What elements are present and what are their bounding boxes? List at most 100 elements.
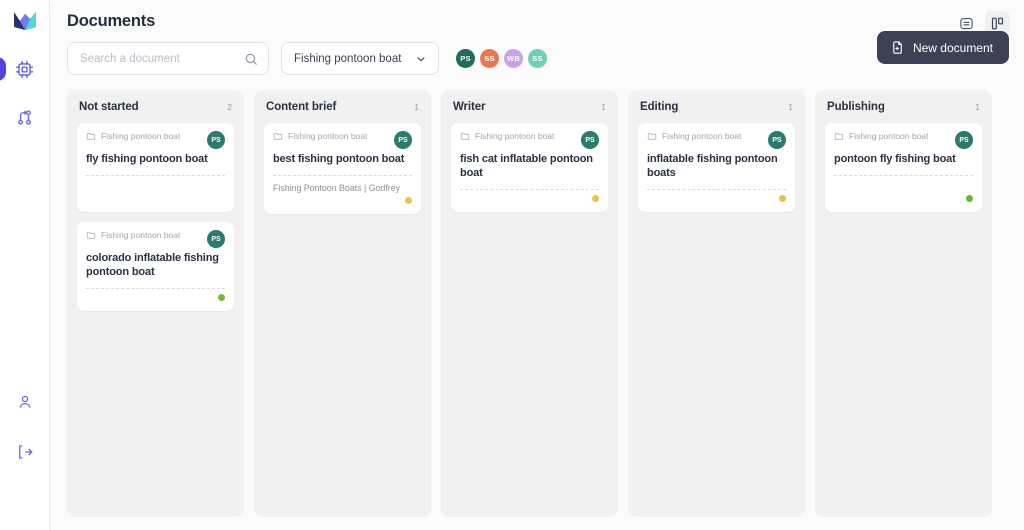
card-divider [834,174,973,176]
card-header: Fishing pontoon boat PS [86,131,225,149]
column-header: Editing 1 [638,99,795,113]
column-title: Editing [640,101,679,113]
column-title: Writer [453,101,486,113]
column-title: Not started [79,101,139,113]
column-header: Not started 2 [77,99,234,113]
nav-item-ai[interactable] [0,51,45,87]
card-folder: Fishing pontoon boat [273,131,367,141]
board-column: Writer 1 Fishing pontoon boat PS fish cat in… [441,90,618,517]
nav-item-account[interactable] [5,384,45,420]
card-header: Fishing pontoon boat PS [86,230,225,248]
search-icon[interactable] [244,52,258,66]
card-avatar[interactable]: PS [581,131,599,149]
card-avatar[interactable]: PS [394,131,412,149]
page-header: Documents [50,0,1024,36]
card-avatar[interactable]: PS [207,131,225,149]
kanban-board: Not started 2 Fishing pontoon boat PS fly fi… [50,75,1024,517]
folder-icon [273,132,283,140]
card-folder-label: Fishing pontoon boat [101,230,181,240]
card-folder-label: Fishing pontoon boat [475,131,555,141]
card-list: Fishing pontoon boat PS best fishing ponto… [264,123,421,215]
app-root: Documents Search a document Fishing pont… [0,0,1024,530]
column-count: 2 [227,102,232,112]
nav-item-workflow[interactable] [5,99,45,135]
avatar[interactable]: SS [480,49,499,68]
avatar[interactable]: WB [504,49,523,68]
app-logo-icon [13,12,36,30]
folder-icon [86,132,96,140]
logout-icon [18,445,33,459]
card-avatar[interactable]: PS [955,131,973,149]
git-branch-icon [18,109,31,125]
chevron-down-icon [417,56,425,61]
new-document-button[interactable]: New document [876,31,1009,64]
card-folder-label: Fishing pontoon boat [101,131,181,141]
board-view-icon [991,17,1004,30]
card-title: fly fishing pontoon boat [86,153,208,165]
document-card[interactable]: Fishing pontoon boat PS colorado inflatabl… [77,222,234,311]
column-header: Content brief 1 [264,99,421,113]
user-icon [18,395,31,408]
board-column: Publishing 1 Fishing pontoon boat PS pontoon… [815,90,992,517]
page-title: Documents [67,12,156,30]
board-column: Not started 2 Fishing pontoon boat PS fly fi… [67,90,244,517]
card-list: Fishing pontoon boat PS pontoon fly fishin… [825,123,982,212]
card-title: best fishing pontoon boat [273,153,405,165]
status-dot [966,194,973,202]
card-list: Fishing pontoon boat PS fish cat inflatabl… [451,123,608,212]
card-header: Fishing pontoon boat PS [460,131,599,149]
card-divider [460,188,599,190]
card-footer [86,192,225,204]
card-footer [647,192,786,204]
card-title: pontoon fly fishing boat [834,153,956,165]
document-card[interactable]: Fishing pontoon boat PS best fishing ponto… [264,123,421,215]
status-dot [779,194,786,202]
avatar[interactable]: PS [456,49,475,68]
board-column: Editing 1 Fishing pontoon boat PS inflatable… [628,90,805,517]
sidebar [0,0,50,530]
column-count: 1 [414,102,419,112]
card-folder-label: Fishing pontoon boat [662,131,742,141]
search-input[interactable] [80,52,244,65]
board-column: Content brief 1 Fishing pontoon boat PS best… [254,90,431,517]
card-avatar[interactable]: PS [768,131,786,149]
cpu-chip-icon [15,60,34,78]
column-count: 1 [788,102,793,112]
app-logo[interactable] [12,10,38,37]
card-divider [86,287,225,289]
card-folder: Fishing pontoon boat [834,131,928,141]
card-header: Fishing pontoon boat PS [273,131,412,149]
folder-icon [647,132,657,140]
card-divider [647,188,786,190]
document-card[interactable]: Fishing pontoon boat PS inflatable fishing… [638,123,795,212]
list-view-icon [960,17,973,30]
column-count: 1 [975,102,980,112]
folder-icon [460,132,470,140]
card-list: Fishing pontoon boat PS fly fishing pontoo… [77,123,234,311]
column-title: Content brief [266,101,337,113]
sidebar-nav-top [0,51,49,135]
card-folder: Fishing pontoon boat [86,230,180,240]
status-dot [218,293,225,301]
search-box[interactable] [67,42,269,75]
document-card[interactable]: Fishing pontoon boat PS fly fishing pontoo… [77,123,234,212]
card-list: Fishing pontoon boat PS inflatable fishing… [638,123,795,212]
card-footer [460,192,599,204]
status-dot [405,196,412,204]
new-document-label: New document [912,40,993,55]
card-divider [273,174,412,176]
folder-icon [86,231,96,239]
avatar[interactable]: SS [528,49,547,68]
nav-item-logout[interactable] [5,434,45,470]
column-header: Publishing 1 [825,99,982,113]
project-select[interactable]: Fishing pontoon boat [281,42,439,75]
card-avatar[interactable]: PS [207,230,225,248]
document-card[interactable]: Fishing pontoon boat PS fish cat inflatabl… [451,123,608,212]
folder-icon [834,132,844,140]
toolbar: Fishing pontoon boat PS SS WB SS New docume… [50,31,1024,75]
card-header: Fishing pontoon boat PS [834,131,973,149]
card-folder: Fishing pontoon boat [86,131,180,141]
card-title: colorado inflatable fishing pontoon boat [86,252,219,278]
document-card[interactable]: Fishing pontoon boat PS pontoon fly fishin… [825,123,982,212]
status-dot [592,194,599,202]
